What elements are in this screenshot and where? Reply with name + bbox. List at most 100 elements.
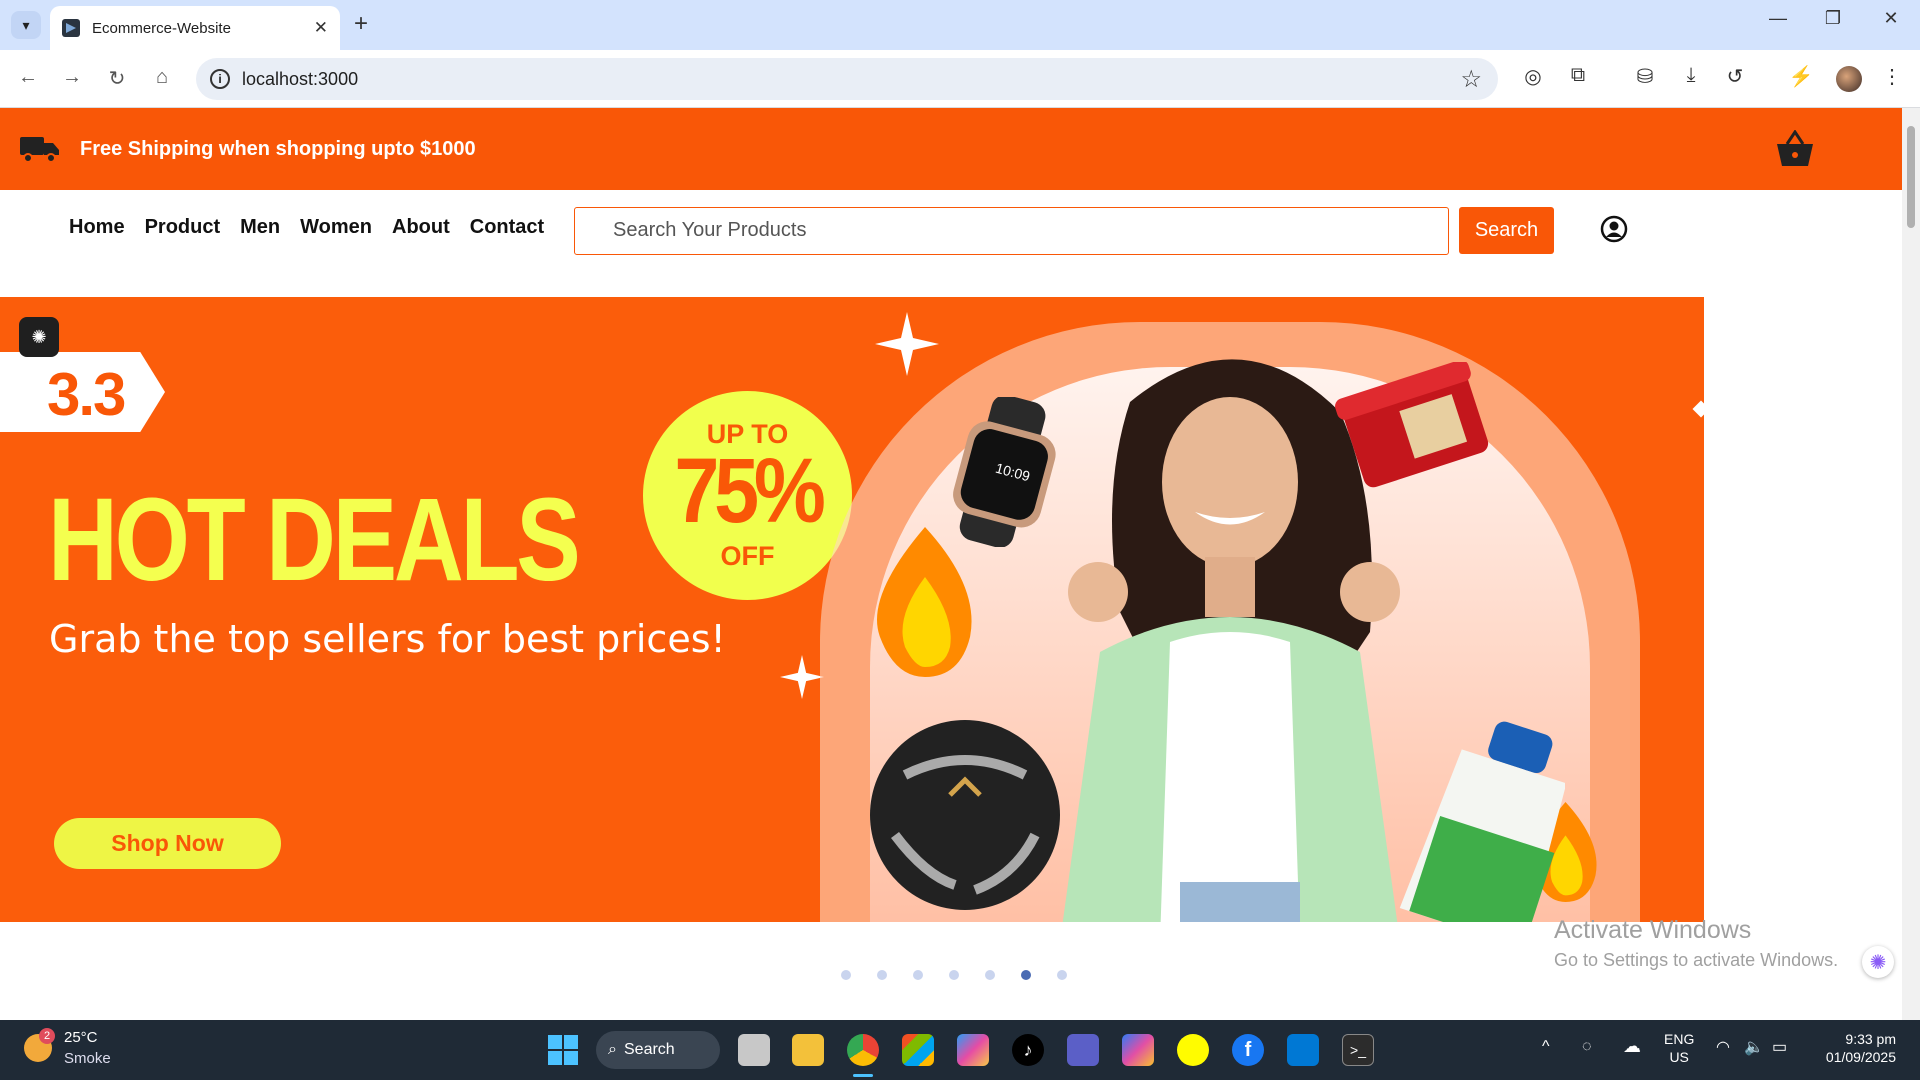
home-icon[interactable]: ⌂	[147, 66, 177, 89]
onedrive-cloud-icon[interactable]: ☁	[1623, 1036, 1641, 1057]
nav-about[interactable]: About	[392, 216, 450, 239]
tab-close-icon[interactable]: ✕	[314, 18, 328, 38]
sparkle-icon	[875, 312, 939, 376]
reload-icon[interactable]: ↻	[102, 66, 132, 91]
history-icon[interactable]: ↺	[1720, 64, 1750, 89]
wifi-icon[interactable]: ◠	[1716, 1037, 1730, 1057]
tray-security-icon[interactable]: ◌	[1582, 1038, 1592, 1056]
site-info-icon[interactable]: i	[210, 69, 230, 89]
browser-toolbar: ← → ↻ ⌂ i localhost:3000 ☆ ◎ ⧉ ⛁ ⤓ ↺ ⚡ ⋮	[0, 50, 1920, 108]
language-indicator[interactable]: ENG US	[1664, 1030, 1694, 1066]
battery-icon[interactable]: ▭	[1772, 1037, 1787, 1057]
m365-icon[interactable]	[957, 1034, 989, 1066]
url-text: localhost:3000	[242, 68, 359, 89]
incognito-icon[interactable]: ⛁	[1630, 64, 1660, 89]
profile-avatar[interactable]	[1836, 66, 1862, 92]
discount-bottom: OFF	[720, 541, 775, 571]
language-code: ENG	[1664, 1031, 1695, 1047]
discount-value: 75%	[674, 440, 825, 542]
close-window-button[interactable]: ✕	[1868, 8, 1914, 29]
carousel-dot-active[interactable]	[1021, 970, 1031, 980]
sale-date-text: 3.3	[47, 361, 126, 428]
vscode-icon[interactable]	[1287, 1034, 1319, 1066]
menu-kebab-icon[interactable]: ⋮	[1877, 64, 1907, 89]
ai-floating-icon[interactable]: ✺	[1862, 946, 1894, 978]
shampoo-bottle-image	[1399, 721, 1565, 922]
banner-headline: HOT DEALS	[48, 474, 581, 606]
carousel-dot[interactable]	[1057, 970, 1067, 980]
tab-favicon	[62, 19, 80, 37]
scrollbar-thumb[interactable]	[1907, 126, 1915, 228]
discount-badge: UP TO 75% OFF	[643, 391, 852, 600]
extensions-puzzle-icon[interactable]: ⧉	[1563, 64, 1593, 87]
nav-contact[interactable]: Contact	[470, 216, 544, 239]
chrome-active-indicator	[853, 1074, 873, 1077]
minimize-button[interactable]: —	[1755, 8, 1801, 29]
ms-store-icon[interactable]	[902, 1034, 934, 1066]
carousel-dot[interactable]	[877, 970, 887, 980]
basket-icon[interactable]	[1775, 130, 1815, 168]
search-button[interactable]: Search	[1459, 207, 1554, 254]
tab-list-button[interactable]: ▾	[11, 11, 41, 39]
user-account-icon[interactable]	[1600, 215, 1628, 243]
truck-icon	[20, 137, 59, 163]
carousel-dot[interactable]	[913, 970, 923, 980]
tray-chevron-icon[interactable]: ^	[1542, 1038, 1550, 1056]
taskbar-search-label: Search	[624, 1041, 675, 1058]
forward-icon[interactable]: →	[57, 66, 87, 89]
carousel-dot[interactable]	[841, 970, 851, 980]
performance-icon[interactable]: ⚡	[1786, 64, 1816, 89]
page-scrollbar[interactable]	[1902, 108, 1920, 1020]
clock-time: 9:33 pm	[1845, 1031, 1896, 1047]
taskbar-search[interactable]: ⌕ Search	[596, 1031, 720, 1069]
windows-start-icon[interactable]	[548, 1035, 578, 1065]
nav-women[interactable]: Women	[300, 216, 372, 239]
weather-badge: 2	[39, 1028, 55, 1044]
address-bar[interactable]: i localhost:3000 ☆	[196, 58, 1498, 100]
activate-windows-title: Activate Windows	[1554, 916, 1752, 944]
nav-product[interactable]: Product	[145, 216, 221, 239]
carousel-dot[interactable]	[949, 970, 959, 980]
volume-icon[interactable]: 🔈	[1744, 1037, 1764, 1057]
browser-tabbar: ▾ Ecommerce-Website ✕ + — ❐ ✕	[0, 0, 1920, 50]
smartwatch-image: 10:09	[953, 397, 1056, 547]
bookmark-star-icon[interactable]: ☆	[1460, 65, 1482, 94]
facebook-icon[interactable]: f	[1232, 1034, 1264, 1066]
shipping-bar: Free Shipping when shopping upto $1000	[0, 108, 1902, 190]
shipping-text: Free Shipping when shopping upto $1000	[80, 138, 476, 160]
new-tab-button[interactable]: +	[354, 10, 368, 38]
task-view-icon[interactable]	[738, 1034, 770, 1066]
sparkle-icon-small	[780, 655, 824, 699]
taskbar-search-icon: ⌕	[608, 1041, 617, 1058]
nav-home[interactable]: Home	[69, 216, 125, 239]
activate-windows-subtitle: Go to Settings to activate Windows.	[1554, 950, 1839, 970]
chrome-icon[interactable]	[847, 1034, 879, 1066]
restore-button[interactable]: ❐	[1810, 8, 1856, 29]
browser-tab[interactable]: Ecommerce-Website ✕	[50, 6, 340, 50]
nav-men[interactable]: Men	[240, 216, 280, 239]
gochujang-tub-image	[1335, 362, 1489, 488]
sparkle-edge	[1692, 400, 1704, 418]
banner-subheadline: Grab the top sellers for best prices!	[49, 617, 726, 661]
tab-title: Ecommerce-Website	[92, 19, 231, 37]
clock[interactable]: 9:33 pm 01/09/2025	[1816, 1030, 1896, 1066]
ai-assistant-icon[interactable]: ✺	[19, 317, 59, 357]
weather-desc: Smoke	[64, 1050, 111, 1067]
windows-taskbar: 2 25°C Smoke ⌕ Search ♪ f >_ ^ ◌ ☁ ENG U…	[0, 1020, 1920, 1080]
copilot-icon[interactable]	[1122, 1034, 1154, 1066]
site-navbar: Home Product Men Women About Contact Sea…	[0, 190, 1902, 297]
shop-now-button[interactable]: Shop Now	[54, 818, 281, 869]
tiktok-icon[interactable]: ♪	[1012, 1034, 1044, 1066]
search-input[interactable]: Search Your Products	[574, 207, 1449, 255]
snapchat-icon[interactable]	[1177, 1034, 1209, 1066]
back-icon[interactable]: ←	[13, 66, 43, 89]
carousel-dot[interactable]	[985, 970, 995, 980]
terminal-icon[interactable]: >_	[1342, 1034, 1374, 1066]
file-explorer-icon[interactable]	[792, 1034, 824, 1066]
region-code: US	[1669, 1049, 1689, 1065]
football-image	[870, 720, 1060, 910]
download-icon[interactable]: ⤓	[1676, 64, 1706, 87]
extension-icon[interactable]: ◎	[1518, 64, 1548, 89]
teams-icon[interactable]	[1067, 1034, 1099, 1066]
sale-date-tag: 3.3	[0, 352, 165, 432]
